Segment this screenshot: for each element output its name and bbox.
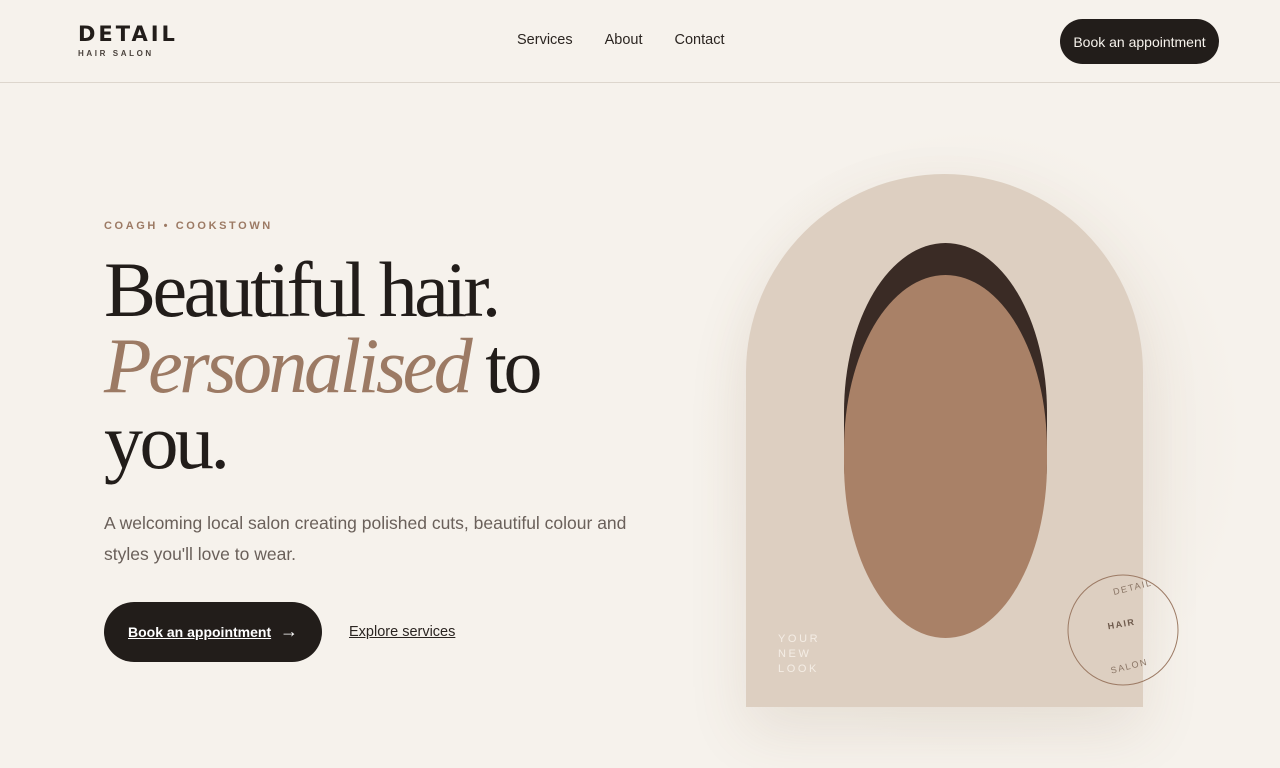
portrait-face [844, 275, 1047, 638]
main-nav: Services About Contact [517, 32, 725, 48]
hero-book-label: Book an appointment [128, 624, 272, 640]
headline-line-1: Beautiful hair. [104, 246, 501, 333]
caption-line-3: LOOK [778, 663, 819, 675]
caption-line-2: NEW [778, 648, 812, 660]
headline-line-2: to [485, 322, 542, 409]
arch-caption: YOUR NEW LOOK [778, 632, 820, 677]
hero-eyebrow: COAGH • COOKSTOWN [104, 220, 273, 232]
hero-headline: Beautiful hair. Personalised to you. [104, 251, 664, 481]
stamp-text-top: DETAIL [1112, 578, 1153, 597]
hero-book-button[interactable]: Book an appointment → [104, 602, 322, 662]
headline-accent: Personalised [104, 322, 473, 409]
header-book-button[interactable]: Book an appointment [1060, 19, 1219, 64]
logo-tagline: HAIR SALON [78, 49, 154, 58]
headline-line-3: you. [104, 398, 230, 485]
nav-link-about[interactable]: About [605, 32, 643, 48]
explore-services-link[interactable]: Explore services [349, 624, 455, 640]
arrow-right-icon: → [280, 621, 298, 641]
stamp-text-bottom: SALON [1110, 657, 1149, 676]
salon-stamp: DETAIL HAIR SALON [1067, 574, 1179, 686]
logo-wordmark: DETAIL [78, 22, 178, 46]
caption-line-1: YOUR [778, 633, 821, 645]
nav-link-services[interactable]: Services [517, 32, 573, 48]
site-header: DETAIL HAIR SALON Services About Contact… [0, 0, 1280, 83]
stamp-text-middle: HAIR [1107, 617, 1136, 632]
hero-description: A welcoming local salon creating polishe… [104, 513, 627, 564]
logo[interactable]: DETAIL HAIR SALON [78, 22, 178, 58]
nav-link-contact[interactable]: Contact [675, 32, 725, 48]
